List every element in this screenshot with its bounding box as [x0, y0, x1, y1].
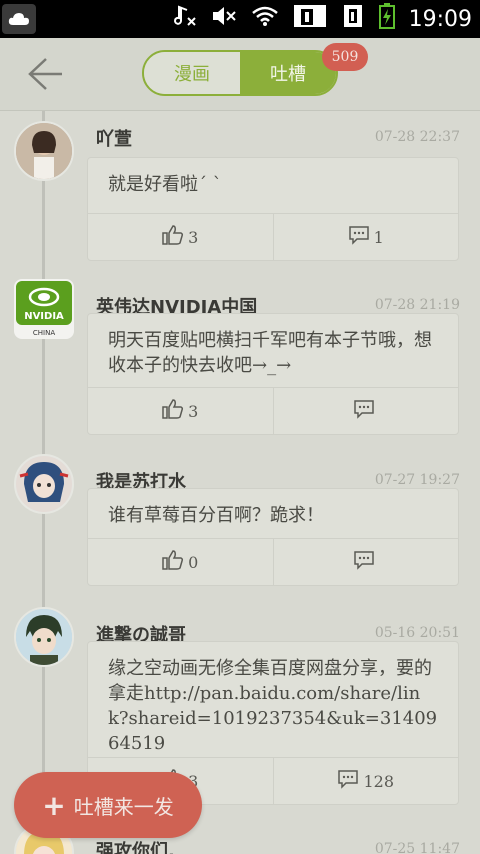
thumbs-up-icon: [162, 399, 184, 423]
status-bar: 19:09: [0, 0, 480, 38]
user-avatar[interactable]: [14, 454, 74, 514]
comment-button[interactable]: [272, 388, 459, 434]
post-comment-fab[interactable]: + 吐槽来一发: [14, 772, 202, 838]
like-button[interactable]: 3: [88, 214, 273, 260]
comment-button[interactable]: 1: [272, 214, 459, 260]
post-timestamp: 07-27 19:27: [374, 472, 460, 488]
like-count: 0: [188, 552, 199, 572]
wifi-icon: [251, 5, 279, 33]
post-actions: 3 1: [88, 213, 458, 260]
sim-signal-icon: [293, 4, 327, 34]
tab-switcher: 漫画 吐槽: [142, 50, 338, 96]
back-arrow-icon: [28, 58, 62, 90]
comment-feed[interactable]: 吖萱 07-28 22:37 就是好看啦ˊ ˋ 3 1 NVIDIA CHINA …: [0, 111, 480, 854]
thumbs-up-icon: [162, 550, 184, 574]
post-timestamp: 07-25 11:47: [374, 841, 460, 854]
top-header: 漫画 吐槽 509: [0, 38, 480, 111]
cloud-icon: [2, 4, 36, 34]
user-avatar[interactable]: [14, 607, 74, 667]
post-actions: 3: [88, 387, 458, 434]
volume-muted-icon: [211, 4, 237, 34]
post-timestamp: 05-16 20:51: [374, 625, 460, 641]
comment-button[interactable]: [272, 539, 459, 585]
comment-bubble-icon: [337, 769, 359, 793]
comment-bubble-icon: [348, 225, 370, 249]
post-card[interactable]: 谁有草莓百分百啊？跪求！ 0: [87, 488, 459, 586]
comment-count: 128: [363, 771, 395, 791]
clock-time: 19:09: [408, 6, 472, 32]
comment-bubble-icon: [353, 399, 375, 423]
comment-count: 1: [373, 227, 384, 247]
comment-button[interactable]: 128: [272, 758, 459, 804]
post-text: 明天百度贴吧横扫千军吧有本子节哦，想收本子的快去收吧→_→: [108, 330, 432, 376]
unread-count-badge: 509: [322, 43, 368, 71]
post-actions: 0: [88, 538, 458, 585]
post-text: 谁有草莓百分百啊？跪求！: [108, 505, 324, 526]
plus-icon: +: [42, 788, 66, 822]
post-card[interactable]: 明天百度贴吧横扫千军吧有本子节哦，想收本子的快去收吧→_→ 3: [87, 313, 459, 435]
like-count: 3: [188, 227, 199, 247]
comment-bubble-icon: [353, 550, 375, 574]
post-username[interactable]: 强攻你们.: [96, 837, 175, 854]
back-button[interactable]: [24, 54, 68, 94]
tab-manga[interactable]: 漫画: [144, 52, 240, 94]
post-timestamp: 07-28 21:19: [374, 297, 460, 313]
svg-text:NVIDIA: NVIDIA: [24, 311, 64, 322]
post-text: 就是好看啦ˊ ˋ: [108, 174, 222, 195]
post-timestamp: 07-28 22:37: [374, 129, 460, 145]
battery-charging-icon: [378, 3, 395, 35]
sim-signal-2-icon: [341, 4, 365, 34]
like-button[interactable]: 3: [88, 388, 273, 434]
post-card[interactable]: 就是好看啦ˊ ˋ 3 1: [87, 157, 459, 261]
music-muted-icon: [173, 4, 197, 34]
user-avatar[interactable]: [14, 121, 74, 181]
nvidia-logo[interactable]: NVIDIA CHINA: [14, 279, 74, 339]
post-text: 缘之空动画无修全集百度网盘分享，要的拿走http://pan.baidu.com…: [108, 658, 438, 754]
thumbs-up-icon: [162, 225, 184, 249]
fab-label: 吐槽来一发: [73, 794, 174, 819]
like-button[interactable]: 0: [88, 539, 273, 585]
like-count: 3: [188, 401, 199, 421]
svg-text:CHINA: CHINA: [33, 329, 55, 337]
post-username[interactable]: 吖萱: [96, 125, 132, 151]
